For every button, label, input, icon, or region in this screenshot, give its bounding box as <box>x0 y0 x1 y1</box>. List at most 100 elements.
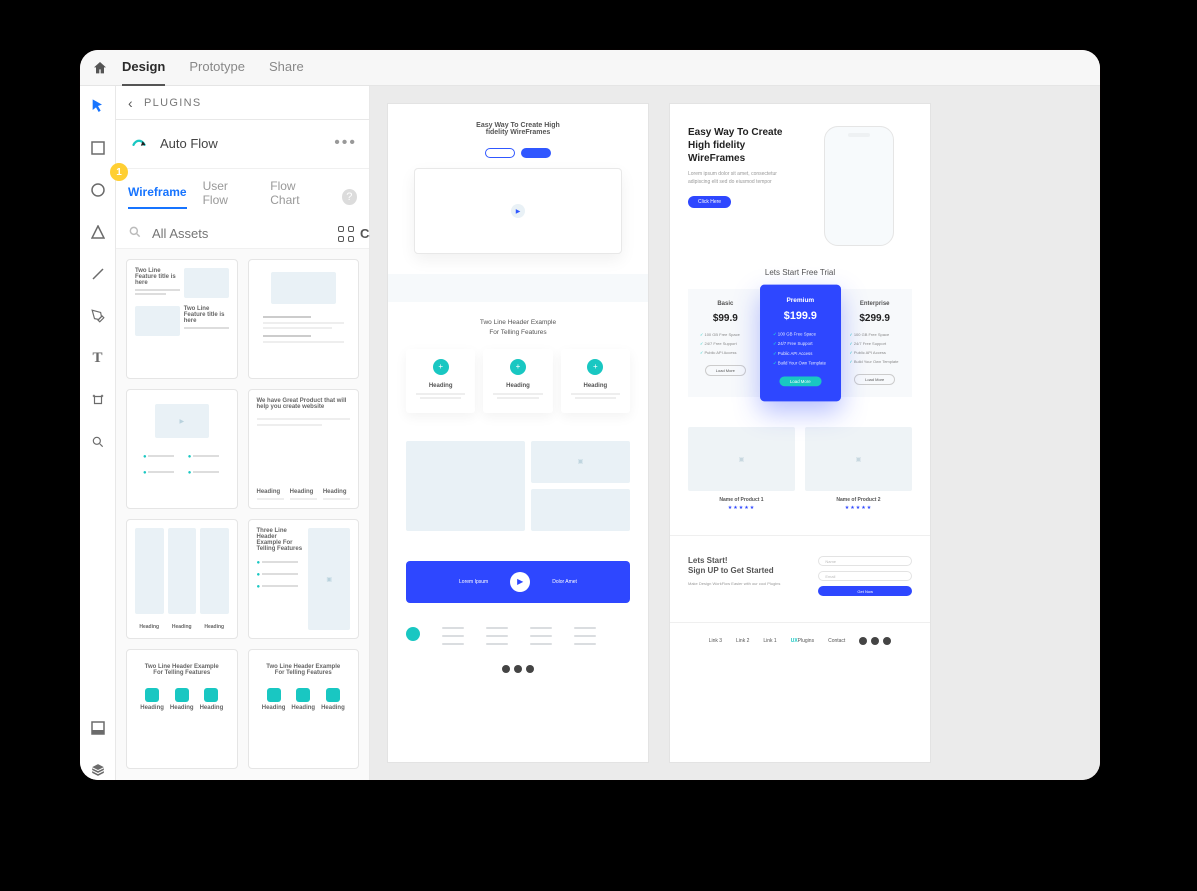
plugin-subtabs: Wireframe User Flow Flow Chart ? <box>116 169 369 215</box>
panel-title: PLUGINS <box>144 97 202 109</box>
image-placeholder: ▣ <box>805 427 912 491</box>
hero-title: Easy Way To Create High fidelity WireFra… <box>388 122 648 136</box>
tool-artboard[interactable] <box>88 390 108 410</box>
artboard-1[interactable]: Easy Way To Create High fidelity WireFra… <box>388 104 648 762</box>
image-placeholder: ▣ <box>688 427 795 491</box>
categories-icon <box>338 226 354 242</box>
image-placeholder[interactable] <box>406 441 525 531</box>
image-placeholder[interactable]: ▣ <box>531 441 630 483</box>
email-field[interactable]: Email <box>818 571 912 581</box>
asset-title: We have Great Product that will help you… <box>257 398 351 410</box>
phone-mockup <box>824 126 894 246</box>
section-title: Two Line Header Example For Telling Feat… <box>388 302 648 349</box>
pricing-table: Basic $99.9 100 GB Free Space 24/7 Free … <box>670 289 930 417</box>
asset-title: Two Line Header Example For Telling Feat… <box>263 664 345 676</box>
tool-rectangle[interactable] <box>88 138 108 158</box>
signup-section: Lets Start!Sign UP to Get Started Make D… <box>670 535 930 622</box>
star-rating: ★★★★★ <box>688 505 795 511</box>
social-icons <box>859 637 891 645</box>
feature-card[interactable]: +Heading <box>406 349 475 413</box>
tool-polygon[interactable] <box>88 222 108 242</box>
pill-button-filled[interactable] <box>521 148 551 158</box>
plugin-header: Auto Flow ••• <box>116 120 369 169</box>
image-placeholder[interactable] <box>531 489 630 531</box>
tool-ellipse[interactable] <box>88 180 108 200</box>
asset-card[interactable]: We have Great Product that will help you… <box>248 389 360 509</box>
plus-icon: + <box>433 359 449 375</box>
tab-design[interactable]: Design <box>122 50 165 86</box>
plugin-name: Auto Flow <box>160 136 324 151</box>
panel-back[interactable]: ‹ PLUGINS <box>116 86 369 120</box>
footer: Link 3 Link 2 Link 1 UXPlugins Contact <box>670 622 930 659</box>
hero-cta-button[interactable]: Click Here <box>688 196 731 208</box>
plan-button[interactable]: Load More <box>779 376 821 386</box>
plus-icon: + <box>510 359 526 375</box>
cta-banner[interactable]: Lorem Ipsum ▶ Dolor Amet <box>406 561 630 603</box>
footer-link[interactable]: Link 1 <box>763 638 776 644</box>
tool-text[interactable]: T <box>88 348 108 368</box>
tab-prototype[interactable]: Prototype <box>189 50 245 86</box>
plan-button[interactable]: Load More <box>705 365 746 376</box>
asset-card[interactable]: Two Line Header Example For Telling Feat… <box>248 649 360 769</box>
plan-button[interactable]: Load More <box>854 374 895 385</box>
subtab-user-flow[interactable]: User Flow <box>203 179 255 215</box>
tool-select[interactable] <box>88 96 108 116</box>
asset-title: Two Line Feature title is here <box>135 268 176 286</box>
help-icon[interactable]: ? <box>342 189 357 205</box>
chevron-left-icon: ‹ <box>128 95 134 111</box>
app-topbar: Design Prototype Share <box>80 50 1100 86</box>
footer-link[interactable]: Link 3 <box>709 638 722 644</box>
home-icon[interactable] <box>88 56 112 80</box>
tab-share[interactable]: Share <box>269 50 304 86</box>
asset-search-row: Categories <box>116 215 369 249</box>
plus-icon: + <box>587 359 603 375</box>
pricing-card-premium[interactable]: Premium $199.9 100 GB Free Space 24/7 Fr… <box>760 285 841 402</box>
asset-title: Two Line Feature title is here <box>184 306 225 324</box>
pricing-card-enterprise[interactable]: Enterprise $299.9 100 GB Free Space 24/7… <box>837 289 912 397</box>
pricing-card-basic[interactable]: Basic $99.9 100 GB Free Space 24/7 Free … <box>688 289 763 397</box>
pill-button-outline[interactable] <box>485 148 515 158</box>
product-card[interactable]: ▣ Name of Product 1 ★★★★★ <box>688 427 795 511</box>
star-rating: ★★★★★ <box>805 505 912 511</box>
subtab-wireframe[interactable]: Wireframe <box>128 185 187 209</box>
asset-grid: Two Line Feature title is here Two Line … <box>116 249 369 780</box>
feature-card[interactable]: +Heading <box>561 349 630 413</box>
brand-icon <box>406 627 420 641</box>
tool-layers[interactable] <box>88 760 108 780</box>
product-row: ▣ Name of Product 1 ★★★★★ ▣ Name of Prod… <box>670 417 930 535</box>
video-placeholder[interactable]: ▶ <box>414 168 622 254</box>
name-field[interactable]: Name <box>818 556 912 566</box>
asset-title: Three Line Header Example For Telling Fe… <box>257 528 303 552</box>
social-icons <box>388 665 648 689</box>
tool-strip: T <box>80 86 116 780</box>
asset-search-input[interactable] <box>152 226 328 241</box>
footer-link[interactable]: Contact <box>828 638 845 644</box>
product-card[interactable]: ▣ Name of Product 2 ★★★★★ <box>805 427 912 511</box>
asset-card[interactable]: Two Line Header Example For Telling Feat… <box>126 649 238 769</box>
asset-card[interactable]: ▶ ● ● ● ● <box>126 389 238 509</box>
footer <box>388 613 648 665</box>
tool-pen[interactable] <box>88 306 108 326</box>
hero-title: Easy Way To Create High fidelity WireFra… <box>688 126 794 165</box>
tool-zoom[interactable] <box>88 432 108 452</box>
feature-card[interactable]: +Heading <box>483 349 552 413</box>
plugin-more-icon[interactable]: ••• <box>334 134 357 152</box>
subtab-flow-chart[interactable]: Flow Chart <box>270 179 325 215</box>
asset-card[interactable]: Three Line Header Example For Telling Fe… <box>248 519 360 639</box>
play-icon: ▶ <box>511 204 525 218</box>
asset-card[interactable]: Two Line Feature title is here Two Line … <box>126 259 238 379</box>
plugin-logo-icon <box>128 132 150 154</box>
asset-card[interactable] <box>248 259 360 379</box>
section-divider <box>388 274 648 302</box>
brand-logo: UXPlugins <box>791 638 814 644</box>
signup-button[interactable]: Get Now <box>818 586 912 596</box>
artboard-2[interactable]: Easy Way To Create High fidelity WireFra… <box>670 104 930 762</box>
footer-link[interactable]: Link 2 <box>736 638 749 644</box>
tool-line[interactable] <box>88 264 108 284</box>
play-icon: ▶ <box>510 572 530 592</box>
tool-assets[interactable] <box>88 718 108 738</box>
design-canvas[interactable]: Easy Way To Create High fidelity WireFra… <box>370 86 1100 780</box>
asset-title: Two Line Header Example For Telling Feat… <box>141 664 223 676</box>
image-gallery: ▣ <box>388 431 648 551</box>
asset-card[interactable]: Heading Heading Heading <box>126 519 238 639</box>
